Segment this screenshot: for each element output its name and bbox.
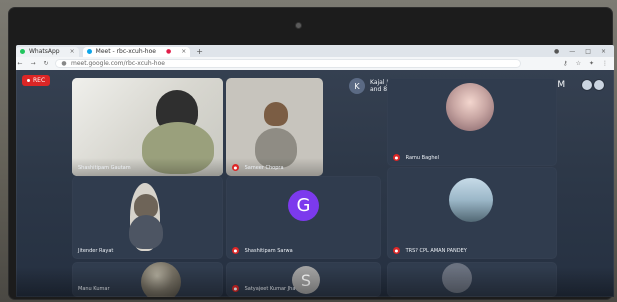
- avatar[interactable]: [582, 80, 592, 90]
- avatar: G: [288, 190, 319, 221]
- browser-window: WhatsApp × Meet - rbc-xcuh-hoe ● × + ● —…: [16, 45, 614, 297]
- tile-name: ● Sameer Chopra: [232, 164, 284, 171]
- tab-meet[interactable]: Meet - rbc-xcuh-hoe ● ×: [82, 46, 191, 57]
- participant-tile[interactable]: ● Sameer Chopra: [226, 78, 323, 176]
- participant-tile[interactable]: S ● Satyajeet Kumar Jha: [226, 262, 381, 297]
- close-icon[interactable]: ●: [166, 48, 171, 55]
- participant-tile[interactable]: Shashitipam Gautam: [72, 78, 223, 176]
- close-window-icon[interactable]: ×: [601, 48, 606, 55]
- person-image: [264, 102, 288, 126]
- star-icon[interactable]: ☆: [576, 60, 581, 67]
- tab-whatsapp[interactable]: WhatsApp ×: [16, 46, 79, 57]
- recording-label: REC: [33, 77, 46, 84]
- participant-tile[interactable]: ● Ramu Baghel: [387, 78, 557, 166]
- url-field[interactable]: ● meet.google.com/rbc-xcuh-hoe: [55, 59, 521, 68]
- participant-tile[interactable]: G ● Shashitipam Sarwa: [226, 176, 381, 259]
- tile-name: ● Shashitipam Sarwa: [232, 247, 293, 254]
- mic-off-icon: ●: [393, 247, 400, 254]
- avatar: S: [292, 266, 320, 294]
- avatar[interactable]: [594, 80, 604, 90]
- address-bar: ← → ↻ ● meet.google.com/rbc-xcuh-hoe ⚷ ☆…: [16, 57, 614, 70]
- avatar: [449, 178, 493, 222]
- menu-icon[interactable]: ⋮: [602, 60, 608, 67]
- avatar: [141, 262, 181, 297]
- mic-off-icon: ●: [232, 247, 239, 254]
- maximize-icon[interactable]: □: [585, 48, 591, 55]
- tab-whatsapp-label: WhatsApp: [29, 48, 60, 55]
- window-controls: ● — □ ×: [554, 48, 614, 55]
- mic-off-icon: ●: [393, 154, 400, 161]
- close-icon[interactable]: ×: [70, 48, 75, 55]
- tab-meet-label: Meet - rbc-xcuh-hoe: [95, 48, 156, 55]
- camera-icon: [296, 23, 301, 28]
- participant-tile[interactable]: [387, 262, 557, 297]
- whatsapp-icon: [20, 49, 25, 54]
- close-icon[interactable]: ×: [181, 48, 186, 55]
- new-tab-icon[interactable]: +: [196, 47, 203, 56]
- photo-frame: WhatsApp × Meet - rbc-xcuh-hoe ● × + ● —…: [0, 0, 617, 302]
- participant-tile[interactable]: Jitender Rayat: [72, 176, 223, 259]
- forward-icon[interactable]: →: [29, 60, 37, 67]
- tile-name: ● Ramu Baghel: [393, 154, 439, 161]
- person-image: [129, 215, 163, 249]
- participant-tile[interactable]: ● TRS? CPL AMAN PANDEY: [387, 167, 557, 259]
- tile-name: ● TRS? CPL AMAN PANDEY: [393, 247, 467, 254]
- address-actions: ⚷ ☆ ✦ ⋮: [563, 60, 614, 67]
- meet-stage: REC K Kajal Jain and 89 more ◫ ▦ ⌂ 10:02…: [16, 70, 614, 297]
- minimize-icon[interactable]: —: [569, 48, 575, 55]
- tab-strip: WhatsApp × Meet - rbc-xcuh-hoe ● × + ● —…: [16, 45, 614, 57]
- key-icon[interactable]: ⚷: [563, 60, 567, 67]
- recording-icon: [27, 79, 30, 82]
- mic-off-icon: ●: [232, 285, 239, 292]
- lock-icon: ●: [61, 60, 67, 67]
- extension-icon[interactable]: ✦: [589, 60, 594, 67]
- tile-name: ● Satyajeet Kumar Jha: [232, 285, 296, 292]
- reload-icon[interactable]: ↻: [42, 60, 50, 67]
- mic-off-icon: ●: [232, 164, 239, 171]
- back-icon[interactable]: ←: [16, 60, 24, 67]
- avatar: [442, 263, 472, 293]
- tile-name: Jitender Rayat: [78, 248, 114, 254]
- meet-icon: [86, 49, 92, 54]
- avatar: K: [349, 78, 365, 94]
- account-cluster: [582, 80, 604, 90]
- tile-name: Shashitipam Gautam: [78, 165, 131, 171]
- recording-badge: REC: [22, 75, 51, 86]
- participant-tile[interactable]: Manu Kumar: [72, 262, 223, 297]
- tile-name: Manu Kumar: [78, 286, 110, 292]
- avatar: [446, 83, 494, 131]
- profile-icon[interactable]: ●: [554, 48, 559, 55]
- url-text: meet.google.com/rbc-xcuh-hoe: [71, 60, 165, 67]
